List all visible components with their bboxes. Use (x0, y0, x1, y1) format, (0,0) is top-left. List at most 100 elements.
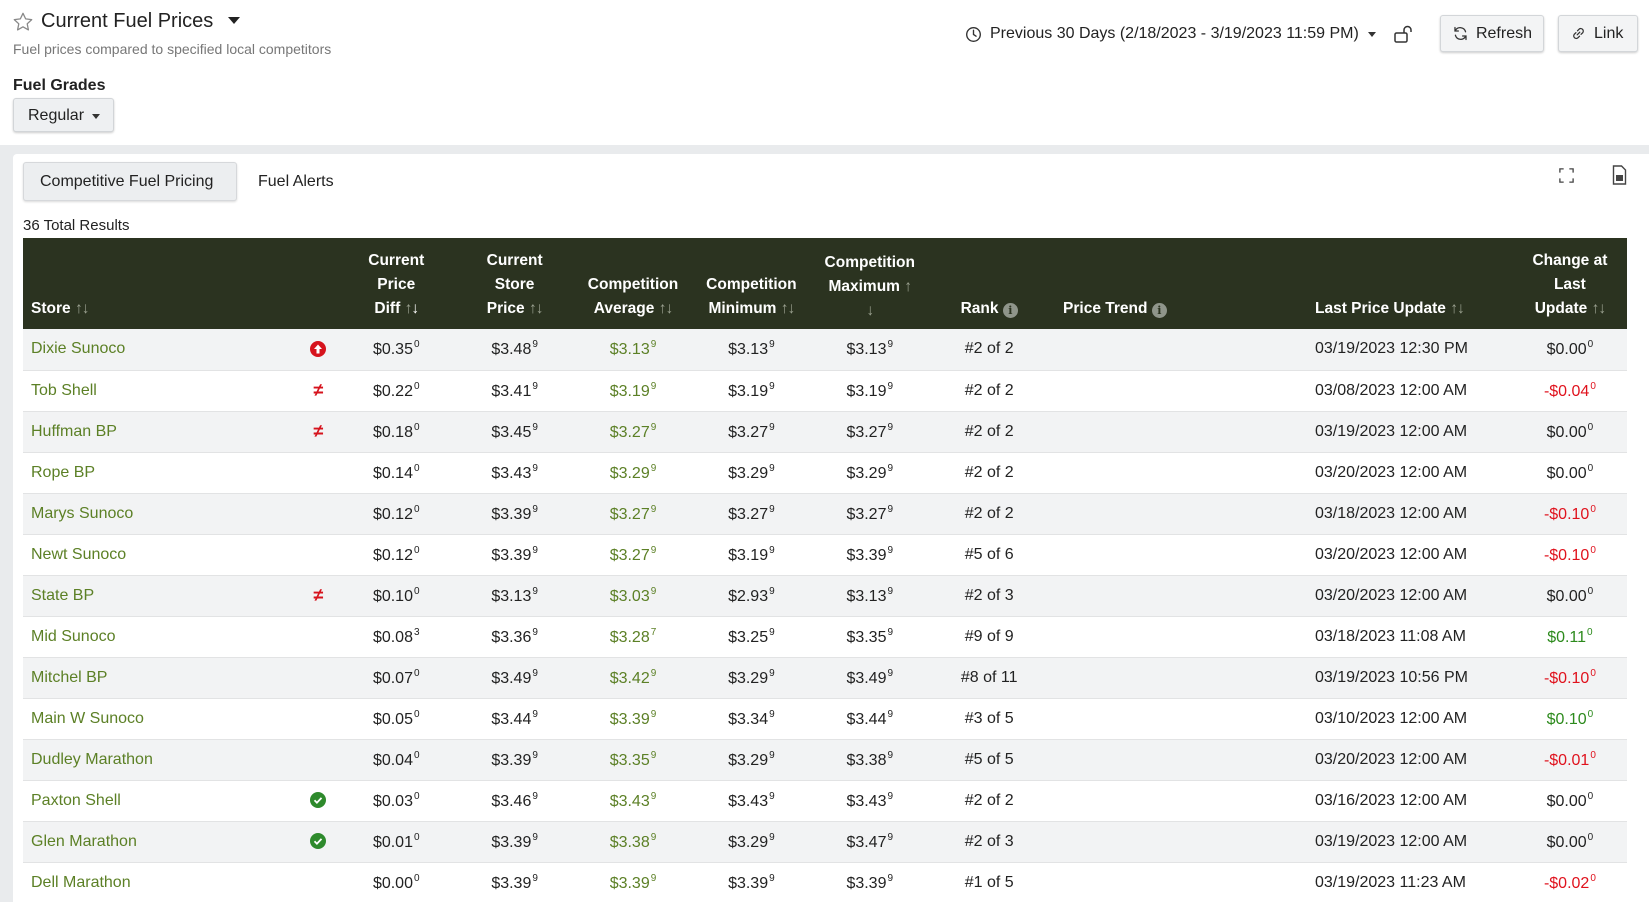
col-change-at-last-update[interactable]: Change at Last Update ↑↓ (1513, 238, 1627, 329)
table-row[interactable]: Huffman BP ≠ $0.180 $3.459 $3.279 $3.279 $3.27… (23, 411, 1627, 452)
info-icon[interactable]: i (1002, 303, 1018, 318)
competition-minimum-cell: $3.299 (728, 831, 775, 851)
store-price-cell: $3.439 (491, 462, 538, 482)
chevron-down-icon (1367, 31, 1376, 37)
table-row[interactable]: Dell Marathon $0.000 $3.399 $3.399 $3.399 $3.… (23, 862, 1627, 902)
last-update-cell: 03/20/2023 12:00 AM (1314, 463, 1468, 481)
store-link[interactable]: Rope BP (23, 452, 298, 493)
store-link[interactable]: Marys Sunoco (23, 493, 298, 534)
col-competition-maximum[interactable]: Competition Maximum ↑ ↓ (812, 238, 927, 329)
store-link[interactable]: Main W Sunoco (23, 698, 298, 739)
table-row[interactable]: Tob Shell ≠ $0.220 $3.419 $3.199 $3.199 $3.199… (23, 370, 1627, 411)
col-last-price-update[interactable]: Last Price Update ↑↓ (1307, 238, 1513, 329)
status-cell (298, 329, 339, 370)
competition-maximum-cell: $3.359 (846, 626, 894, 646)
status-cell (298, 534, 339, 575)
competition-maximum-cell: $3.399 (846, 544, 894, 564)
page-header: Current Fuel Prices Fuel prices compared… (0, 0, 1649, 145)
store-link[interactable]: Huffman BP (23, 411, 298, 452)
competition-average-cell: $3.039 (609, 585, 657, 605)
store-link[interactable]: Mitchel BP (23, 657, 298, 698)
last-update-cell: 03/20/2023 12:00 AM (1314, 750, 1468, 768)
store-link[interactable]: Newt Sunoco (23, 534, 298, 575)
store-link[interactable]: Dell Marathon (23, 862, 298, 902)
store-link[interactable]: Paxton Shell (23, 780, 298, 821)
competition-maximum-cell: $3.399 (846, 872, 894, 892)
table-row[interactable]: Paxton Shell $0.030 $3.469 $3.439 $3.439 $3.4… (23, 780, 1627, 821)
competition-maximum-cell: $3.279 (846, 503, 894, 523)
last-update-cell: 03/10/2023 12:00 AM (1314, 709, 1468, 727)
store-link[interactable]: Mid Sunoco (23, 616, 298, 657)
date-range-picker[interactable]: Previous 30 Days (2/18/2023 - 3/19/2023 … (965, 22, 1376, 46)
expand-icon[interactable] (1558, 167, 1575, 184)
tab-competitive-fuel-pricing[interactable]: Competitive Fuel Pricing (23, 162, 237, 201)
change-cell: $0.000 (1546, 790, 1594, 810)
store-price-cell: $3.399 (491, 503, 538, 523)
table-row[interactable]: Rope BP $0.140 $3.439 $3.299 $3.299 $3.299 #2 … (23, 452, 1627, 493)
store-link[interactable]: Glen Marathon (23, 821, 298, 862)
fuel-prices-table: Store ↑↓ Current Price Diff ↑↓ Current Stor… (23, 238, 1627, 902)
table-row[interactable]: Newt Sunoco $0.120 $3.399 $3.279 $3.199 $3.39… (23, 534, 1627, 575)
competition-average-cell: $3.279 (609, 421, 657, 441)
store-price-cell: $3.399 (491, 872, 538, 892)
price-trend-cell (1051, 616, 1307, 657)
competition-minimum-cell: $3.439 (728, 790, 775, 810)
not-equal-icon: ≠ (313, 380, 324, 400)
competition-maximum-cell: $3.389 (846, 749, 894, 769)
not-equal-icon: ≠ (313, 421, 324, 441)
table-row[interactable]: Main W Sunoco $0.050 $3.449 $3.399 $3.349 $3.… (23, 698, 1627, 739)
last-update-cell: 03/08/2023 12:00 AM (1314, 381, 1468, 399)
competition-average-cell: $3.399 (609, 708, 657, 728)
col-current-store-price[interactable]: Current Store Price ↑↓ (454, 238, 576, 329)
table-row[interactable]: Dixie Sunoco $0.350 $3.489 $3.139 $3.139 $3.1… (23, 329, 1627, 370)
info-icon[interactable]: i (1151, 303, 1167, 318)
col-competition-average[interactable]: Competition Average ↑↓ (575, 238, 690, 329)
rank-cell: #3 of 5 (964, 709, 1014, 727)
rank-cell: #2 of 3 (964, 832, 1014, 850)
tab-fuel-alerts[interactable]: Fuel Alerts (242, 162, 350, 201)
status-cell (298, 657, 339, 698)
page-subtitle: Fuel prices compared to specified local … (13, 41, 332, 57)
change-cell: $0.000 (1546, 831, 1594, 851)
store-link[interactable]: Dixie Sunoco (23, 329, 298, 370)
change-cell: -$0.020 (1543, 872, 1596, 892)
store-link[interactable]: Tob Shell (23, 370, 298, 411)
col-store[interactable]: Store ↑↓ (23, 238, 298, 329)
store-link[interactable]: Dudley Marathon (23, 739, 298, 780)
price-diff-cell: $0.040 (372, 749, 420, 769)
table-row[interactable]: Dudley Marathon $0.040 $3.399 $3.359 $3.299 $… (23, 739, 1627, 780)
change-cell: $0.000 (1546, 585, 1594, 605)
price-diff-cell: $0.100 (372, 585, 420, 605)
link-button[interactable]: Link (1558, 15, 1638, 52)
competition-minimum-cell: $3.299 (728, 462, 775, 482)
price-diff-cell: $0.220 (372, 380, 420, 400)
change-cell: -$0.100 (1543, 544, 1596, 564)
table-row[interactable]: State BP ≠ $0.100 $3.139 $3.039 $2.939 $3.139 #… (23, 575, 1627, 616)
favorite-star-icon[interactable] (12, 11, 34, 33)
fuel-grade-select[interactable]: Regular (13, 98, 114, 132)
title-dropdown-caret-icon[interactable] (228, 17, 240, 24)
refresh-button[interactable]: Refresh (1440, 15, 1544, 52)
table-row[interactable]: Mitchel BP $0.070 $3.499 $3.429 $3.299 $3.499… (23, 657, 1627, 698)
table-row[interactable]: Glen Marathon $0.010 $3.399 $3.389 $3.299 $3.… (23, 821, 1627, 862)
sort-icon: ↑↓ (1450, 300, 1464, 317)
store-link[interactable]: State BP (23, 575, 298, 616)
results-panel: Competitive Fuel Pricing Fuel Alerts 36 … (13, 154, 1649, 902)
price-trend-cell (1051, 534, 1307, 575)
competition-average-cell: $3.389 (609, 831, 657, 851)
col-current-price-diff[interactable]: Current Price Diff ↑↓ (339, 238, 454, 329)
table-row[interactable]: Marys Sunoco $0.120 $3.399 $3.279 $3.279 $3.2… (23, 493, 1627, 534)
unlock-icon[interactable] (1393, 24, 1413, 44)
table-row[interactable]: Mid Sunoco $0.083 $3.369 $3.287 $3.259 $3.359… (23, 616, 1627, 657)
sort-icon: ↑↓ (1591, 300, 1606, 317)
col-competition-minimum[interactable]: Competition Minimum ↑↓ (691, 238, 813, 329)
rank-cell: #2 of 2 (964, 791, 1014, 809)
change-cell: $0.000 (1546, 421, 1594, 441)
competition-minimum-cell: $3.199 (728, 380, 775, 400)
export-csv-icon[interactable] (1611, 165, 1628, 185)
competition-maximum-cell: $3.139 (846, 339, 894, 359)
status-cell: ≠ (298, 370, 339, 411)
competition-maximum-cell: $3.299 (846, 462, 894, 482)
last-update-cell: 03/18/2023 11:08 AM (1314, 627, 1466, 645)
rank-cell: #2 of 2 (964, 463, 1014, 481)
